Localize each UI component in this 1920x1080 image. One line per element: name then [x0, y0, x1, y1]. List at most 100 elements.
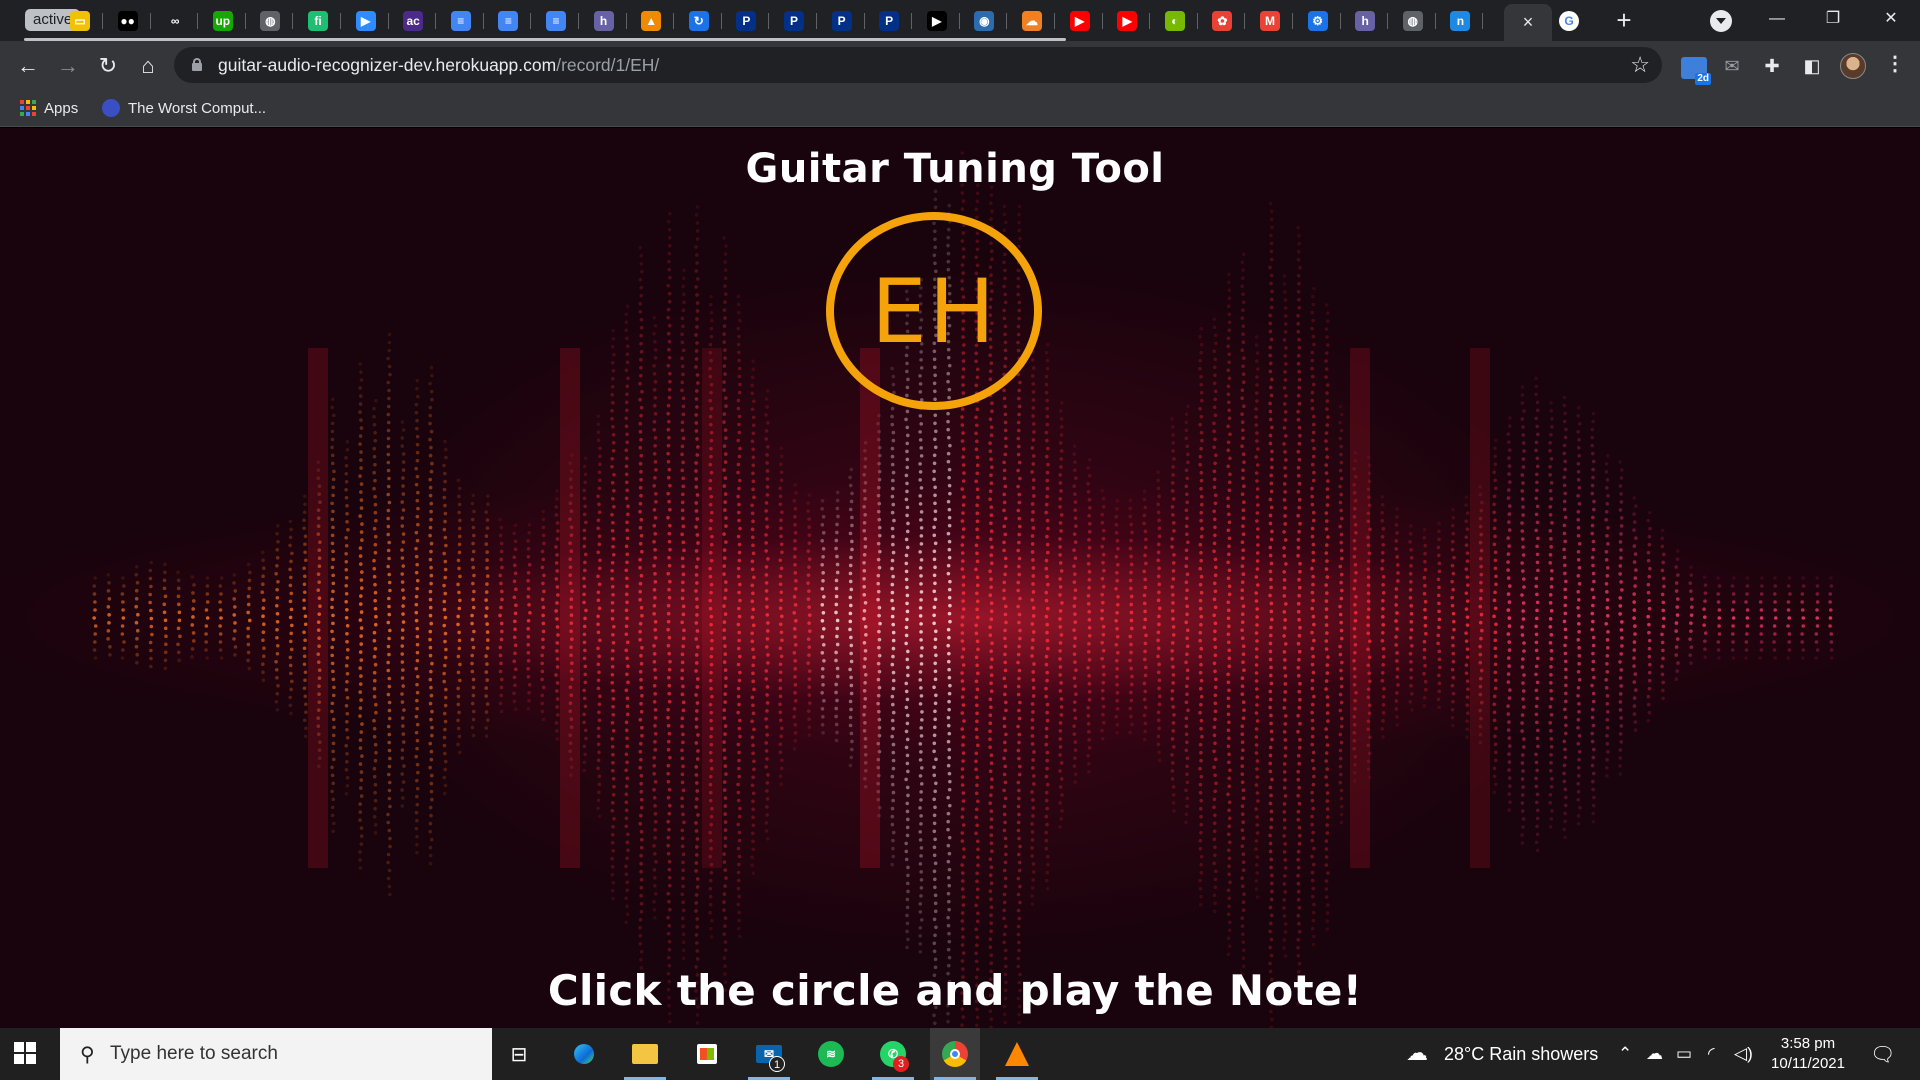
forward-button[interactable]: →	[54, 53, 82, 79]
wave-dot	[1200, 526, 1204, 531]
tab-paypal[interactable]: P	[819, 8, 865, 34]
tab-globe[interactable]: ◍	[247, 8, 294, 34]
wave-dot	[975, 199, 980, 204]
tab-ac[interactable]: ac	[390, 8, 437, 34]
wave-dot	[1143, 665, 1148, 670]
tab-coursera[interactable]: ∞	[152, 8, 199, 34]
wave-dot	[1058, 649, 1062, 653]
wave-dot	[401, 564, 406, 568]
wave-dot	[1004, 844, 1008, 849]
calendar-extension-icon[interactable]: 2d	[1681, 57, 1711, 85]
tab-gear[interactable]: ⚙	[1295, 8, 1341, 34]
side-panel-icon[interactable]: ◧	[1800, 54, 1824, 78]
tab-play[interactable]: ▶	[914, 8, 960, 34]
tab-upwork[interactable]: up	[200, 8, 246, 34]
extensions-puzzle-icon[interactable]: ✚	[1760, 54, 1784, 78]
close-window-button[interactable]: ✕	[1864, 0, 1918, 38]
tab-globe[interactable]: ◍	[1390, 8, 1436, 34]
chrome-menu-icon[interactable]: ⋮	[1885, 52, 1905, 76]
tab-zoom[interactable]: ▶	[343, 8, 389, 34]
wave-dot	[1157, 534, 1162, 539]
wave-dot	[1227, 376, 1232, 381]
wave-dot	[1044, 558, 1049, 563]
wave-dot	[694, 933, 699, 937]
restore-button[interactable]: ❐	[1806, 0, 1860, 38]
wave-dot	[667, 827, 671, 832]
wave-dot	[989, 617, 994, 622]
tab-docs[interactable]: ≡	[438, 8, 484, 34]
tab-youtube[interactable]: ▶	[1057, 8, 1103, 34]
wave-dot	[1213, 637, 1217, 642]
minimize-button[interactable]: —	[1750, 0, 1804, 38]
tab-fiverr[interactable]: fi	[295, 8, 341, 34]
wave-dot	[541, 685, 546, 690]
tab-paypal[interactable]: P	[771, 8, 817, 34]
address-bar[interactable]: guitar-audio-recognizer-dev.herokuapp.co…	[174, 47, 1662, 83]
wave-dot	[456, 726, 461, 731]
back-button[interactable]: ←	[14, 53, 42, 79]
bookmark-apps[interactable]: Apps	[20, 97, 78, 119]
wave-dot	[204, 640, 208, 644]
tab-sketchup[interactable]: ▲	[628, 8, 675, 34]
tab-active[interactable]: ×	[1504, 4, 1552, 41]
tab-pinwheel[interactable]: ✿	[1199, 8, 1246, 34]
tab-separator	[911, 13, 913, 29]
tab-docs[interactable]: ≡	[533, 8, 579, 34]
tab-nvidia[interactable]: ◐	[1152, 8, 1198, 34]
wave-dot	[1213, 845, 1217, 850]
wave-dot	[960, 207, 965, 211]
close-tab-icon[interactable]: ×	[1523, 12, 1534, 33]
tab-n[interactable]: n	[1437, 8, 1484, 34]
wave-dot	[779, 782, 783, 787]
wave-dot	[652, 772, 656, 776]
tab-paypal[interactable]: P	[723, 8, 770, 34]
wave-dot	[1226, 304, 1231, 309]
wave-dot	[681, 580, 685, 585]
tab-youtube[interactable]: ▶	[1104, 8, 1151, 34]
tab-gmail[interactable]: M	[1247, 8, 1293, 34]
wave-dot	[961, 591, 966, 595]
bookmark-worst-computer[interactable]: The Worst Comput...	[102, 97, 266, 119]
tab-idea[interactable]: ▭	[57, 8, 103, 34]
wave-dot	[1268, 705, 1272, 710]
tab-google[interactable]: G	[1546, 8, 1592, 34]
wave-dot	[990, 641, 994, 646]
tab-search-button[interactable]	[1710, 10, 1732, 32]
wave-dot	[387, 596, 391, 601]
mail-extension-icon[interactable]: ✉	[1720, 54, 1744, 78]
tab-refresh[interactable]: ↻	[676, 8, 722, 34]
wave-dot	[1241, 660, 1245, 665]
tab-paypal[interactable]: P	[866, 8, 913, 34]
reload-button[interactable]: ↻	[94, 53, 122, 79]
url-text[interactable]: guitar-audio-recognizer-dev.herokuapp.co…	[218, 47, 659, 83]
wave-dot	[975, 463, 980, 468]
tab-cloud[interactable]: ☁	[1009, 8, 1055, 34]
bookmark-star-icon[interactable]: ☆	[1630, 53, 1650, 77]
wave-dot	[1339, 508, 1343, 513]
wave-dot	[1240, 316, 1245, 321]
wave-dot	[204, 632, 208, 636]
wave-dot	[400, 748, 405, 752]
wave-dot	[779, 518, 783, 523]
new-tab-button[interactable]: +	[1612, 7, 1636, 33]
wave-dot	[1129, 586, 1133, 591]
wave-dot	[792, 611, 797, 615]
wave-dot	[666, 611, 671, 616]
tab-heroku[interactable]: h	[581, 8, 627, 34]
tab-docs[interactable]: ≡	[485, 8, 532, 34]
wave-dot	[1199, 678, 1204, 683]
wave-dot	[1018, 380, 1022, 385]
lock-icon[interactable]	[192, 58, 202, 71]
home-button[interactable]: ⌂	[134, 53, 162, 79]
wave-dot	[1002, 788, 1006, 793]
wave-dot	[596, 686, 601, 691]
wave-dot	[610, 720, 615, 725]
profile-avatar[interactable]	[1840, 53, 1866, 79]
wave-dot	[1325, 383, 1330, 387]
wave-dot	[1283, 626, 1287, 630]
tab-medium[interactable]: ●●	[105, 8, 151, 34]
tab-heroku[interactable]: h	[1342, 8, 1389, 34]
wave-dot	[1185, 740, 1189, 745]
wave-dot	[1073, 748, 1078, 752]
tab-earth[interactable]: ◉	[961, 8, 1008, 34]
